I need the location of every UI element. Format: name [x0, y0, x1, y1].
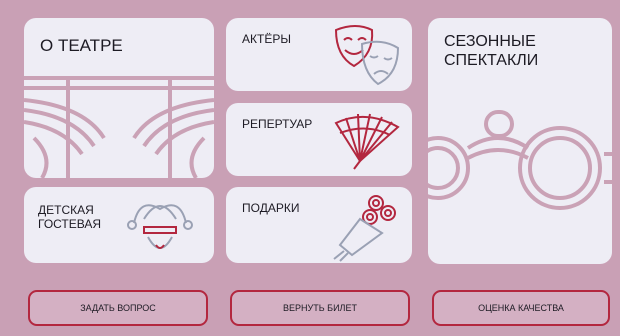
- jester-icon: [127, 204, 193, 249]
- hand-fan-icon: [334, 113, 400, 170]
- tile-gifts[interactable]: ПОДАРКИ: [226, 187, 412, 263]
- tile-actors-label: АКТЁРЫ: [242, 32, 291, 46]
- tile-seasonal-plays[interactable]: СЕЗОННЫЕ СПЕКТАКЛИ: [428, 18, 612, 264]
- quality-rating-button[interactable]: ОЦЕНКА КАЧЕСТВА: [432, 290, 610, 326]
- tile-kids-label: ДЕТСКАЯ ГОСТЕВАЯ: [38, 203, 102, 231]
- opera-glasses-icon: [428, 110, 612, 210]
- tile-repertoire[interactable]: РЕПЕРТУАР: [226, 103, 412, 176]
- flower-bouquet-icon: [333, 195, 396, 262]
- stage-curtain-icon: [24, 76, 214, 178]
- tile-gifts-label: ПОДАРКИ: [242, 201, 300, 215]
- tile-kids-guest[interactable]: ДЕТСКАЯ ГОСТЕВАЯ: [24, 187, 214, 263]
- return-ticket-button[interactable]: ВЕРНУТЬ БИЛЕТ: [230, 290, 410, 326]
- tile-repertoire-label: РЕПЕРТУАР: [242, 117, 313, 131]
- ask-question-button[interactable]: ЗАДАТЬ ВОПРОС: [28, 290, 208, 326]
- tile-about-theatre[interactable]: О ТЕАТРЕ: [24, 18, 214, 178]
- tile-actors[interactable]: АКТЁРЫ: [226, 18, 412, 91]
- theatre-masks-icon: [334, 25, 400, 86]
